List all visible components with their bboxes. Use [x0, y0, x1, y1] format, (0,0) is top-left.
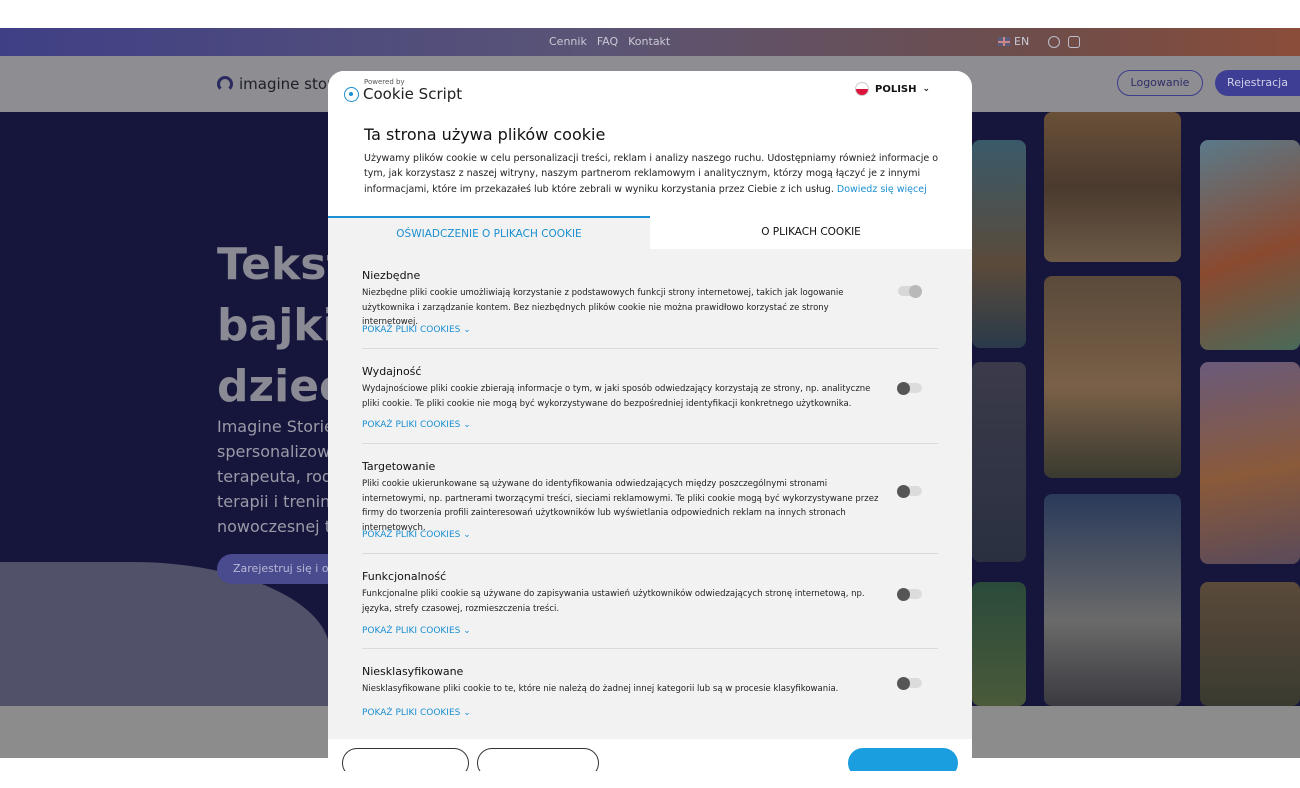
- facebook-icon[interactable]: [1048, 36, 1060, 48]
- hero-wave-decoration: [0, 562, 330, 712]
- performance-toggle[interactable]: [897, 381, 922, 395]
- logo-mark-icon: [217, 76, 233, 92]
- cookie-icon: [344, 86, 359, 102]
- category-description: Wydajnościowe pliki cookie zbierają info…: [362, 384, 871, 409]
- divider: [362, 648, 938, 649]
- chevron-down-icon: ⌄: [922, 84, 931, 94]
- category-description: Niezbędne pliki cookie umożliwiają korzy…: [362, 288, 844, 327]
- show-cookies-link[interactable]: POKAŻ PLIKI COOKIES ⌄: [362, 420, 471, 430]
- show-cookies-link[interactable]: POKAŻ PLIKI COOKIES ⌄: [362, 325, 471, 335]
- cookie-dialog-header: Powered by Cookie Script POLISH ⌄: [328, 71, 972, 111]
- unclassified-toggle[interactable]: [897, 676, 922, 690]
- cookie-categories: Niezbędne Niezbędne pliki cookie umożliw…: [328, 249, 972, 739]
- show-cookies-link[interactable]: POKAŻ PLIKI COOKIES ⌄: [362, 708, 471, 718]
- category-description: Niesklasyfikowane pliki cookie to te, kt…: [362, 684, 839, 694]
- targeting-toggle[interactable]: [897, 484, 922, 498]
- category-title: Wydajność: [362, 365, 422, 378]
- category-targeting: Targetowanie Pliki cookie ukierunkowane …: [362, 460, 938, 535]
- hero-text: Imagine Stories spersonalizowa terapeuta…: [217, 417, 343, 536]
- cookie-dialog: Powered by Cookie Script POLISH ⌄ Ta str…: [328, 71, 972, 771]
- site-logo[interactable]: imagine stor: [217, 75, 333, 93]
- uk-flag-icon: [998, 37, 1010, 46]
- footer-button-1[interactable]: [342, 748, 469, 771]
- chevron-down-icon: ⌄: [463, 325, 471, 335]
- cookie-script-logo[interactable]: Cookie Script: [344, 85, 462, 103]
- story-image: [1044, 494, 1181, 706]
- show-cookies-label: POKAŻ PLIKI COOKIES: [362, 325, 461, 335]
- category-performance: Wydajność Wydajnościowe pliki cookie zbi…: [362, 365, 938, 411]
- register-button[interactable]: Rejestracja: [1215, 70, 1300, 96]
- toggle-off-icon: [897, 587, 910, 601]
- language-switch[interactable]: EN: [998, 35, 1029, 48]
- logo-text: imagine stor: [239, 75, 334, 93]
- cookie-dialog-description: Używamy plików cookie w celu personaliza…: [364, 151, 942, 197]
- category-necessary: Niezbędne Niezbędne pliki cookie umożliw…: [362, 269, 938, 330]
- divider: [362, 553, 938, 554]
- toggle-off-icon: [897, 676, 910, 690]
- story-image: [1200, 582, 1300, 706]
- show-cookies-label: POKAŻ PLIKI COOKIES: [362, 420, 461, 430]
- toggle-check-icon: [909, 284, 922, 298]
- show-cookies-label: POKAŻ PLIKI COOKIES: [362, 530, 461, 540]
- story-image: [972, 140, 1026, 348]
- story-image: [1200, 362, 1300, 564]
- poland-flag-icon: [855, 82, 869, 96]
- top-link-pricing[interactable]: Cennik: [549, 35, 587, 48]
- story-image: [1200, 140, 1300, 350]
- show-cookies-link[interactable]: POKAŻ PLIKI COOKIES ⌄: [362, 530, 471, 540]
- divider: [362, 348, 938, 349]
- tab-cookie-declaration[interactable]: OŚWIADCZENIE O PLIKACH COOKIE: [328, 216, 650, 249]
- category-title: Targetowanie: [362, 460, 436, 473]
- chevron-down-icon: ⌄: [463, 420, 471, 430]
- cookie-dialog-title: Ta strona używa plików cookie: [364, 125, 606, 144]
- learn-more-link[interactable]: Dowiedz się więcej: [837, 184, 927, 195]
- story-image: [1044, 112, 1181, 262]
- divider: [362, 443, 938, 444]
- category-unclassified: Niesklasyfikowane Niesklasyfikowane plik…: [362, 665, 938, 697]
- language-selector-label: POLISH: [875, 83, 917, 95]
- top-links: Cennik FAQ Kontakt: [549, 35, 670, 48]
- category-title: Niezbędne: [362, 269, 421, 282]
- toggle-off-icon: [897, 381, 910, 395]
- top-link-contact[interactable]: Kontakt: [628, 35, 670, 48]
- top-link-faq[interactable]: FAQ: [597, 35, 618, 48]
- category-title: Funkcjonalność: [362, 570, 447, 583]
- footer-primary-button[interactable]: [848, 748, 958, 771]
- cookie-dialog-footer: [328, 739, 972, 771]
- functionality-toggle[interactable]: [897, 587, 922, 601]
- footer-button-2[interactable]: [477, 748, 599, 771]
- chevron-down-icon: ⌄: [463, 626, 471, 636]
- story-image: [1044, 276, 1181, 478]
- chevron-down-icon: ⌄: [463, 708, 471, 718]
- necessary-toggle[interactable]: [898, 284, 922, 298]
- show-cookies-label: POKAŻ PLIKI COOKIES: [362, 708, 461, 718]
- cookie-script-brand: Cookie Script: [363, 85, 463, 103]
- language-selector[interactable]: POLISH ⌄: [855, 82, 930, 96]
- show-cookies-link[interactable]: POKAŻ PLIKI COOKIES ⌄: [362, 626, 471, 636]
- toggle-off-icon: [897, 484, 910, 498]
- story-image: [972, 582, 1026, 706]
- category-description: Funkcjonalne pliki cookie są używane do …: [362, 589, 865, 614]
- login-button[interactable]: Logowanie: [1117, 70, 1203, 96]
- instagram-icon[interactable]: [1068, 36, 1080, 48]
- tab-about-cookies[interactable]: O PLIKACH COOKIE: [650, 216, 972, 249]
- category-functionality: Funkcjonalność Funkcjonalne pliki cookie…: [362, 570, 938, 616]
- cookie-tabs: OŚWIADCZENIE O PLIKACH COOKIE O PLIKACH …: [328, 216, 972, 249]
- top-bar: Cennik FAQ Kontakt EN: [0, 28, 1300, 56]
- category-description: Pliki cookie ukierunkowane są używane do…: [362, 479, 879, 533]
- show-cookies-label: POKAŻ PLIKI COOKIES: [362, 626, 461, 636]
- chevron-down-icon: ⌄: [463, 530, 471, 540]
- social-links: [1048, 36, 1080, 48]
- category-title: Niesklasyfikowane: [362, 665, 464, 678]
- story-image: [972, 362, 1026, 562]
- language-label: EN: [1014, 35, 1030, 48]
